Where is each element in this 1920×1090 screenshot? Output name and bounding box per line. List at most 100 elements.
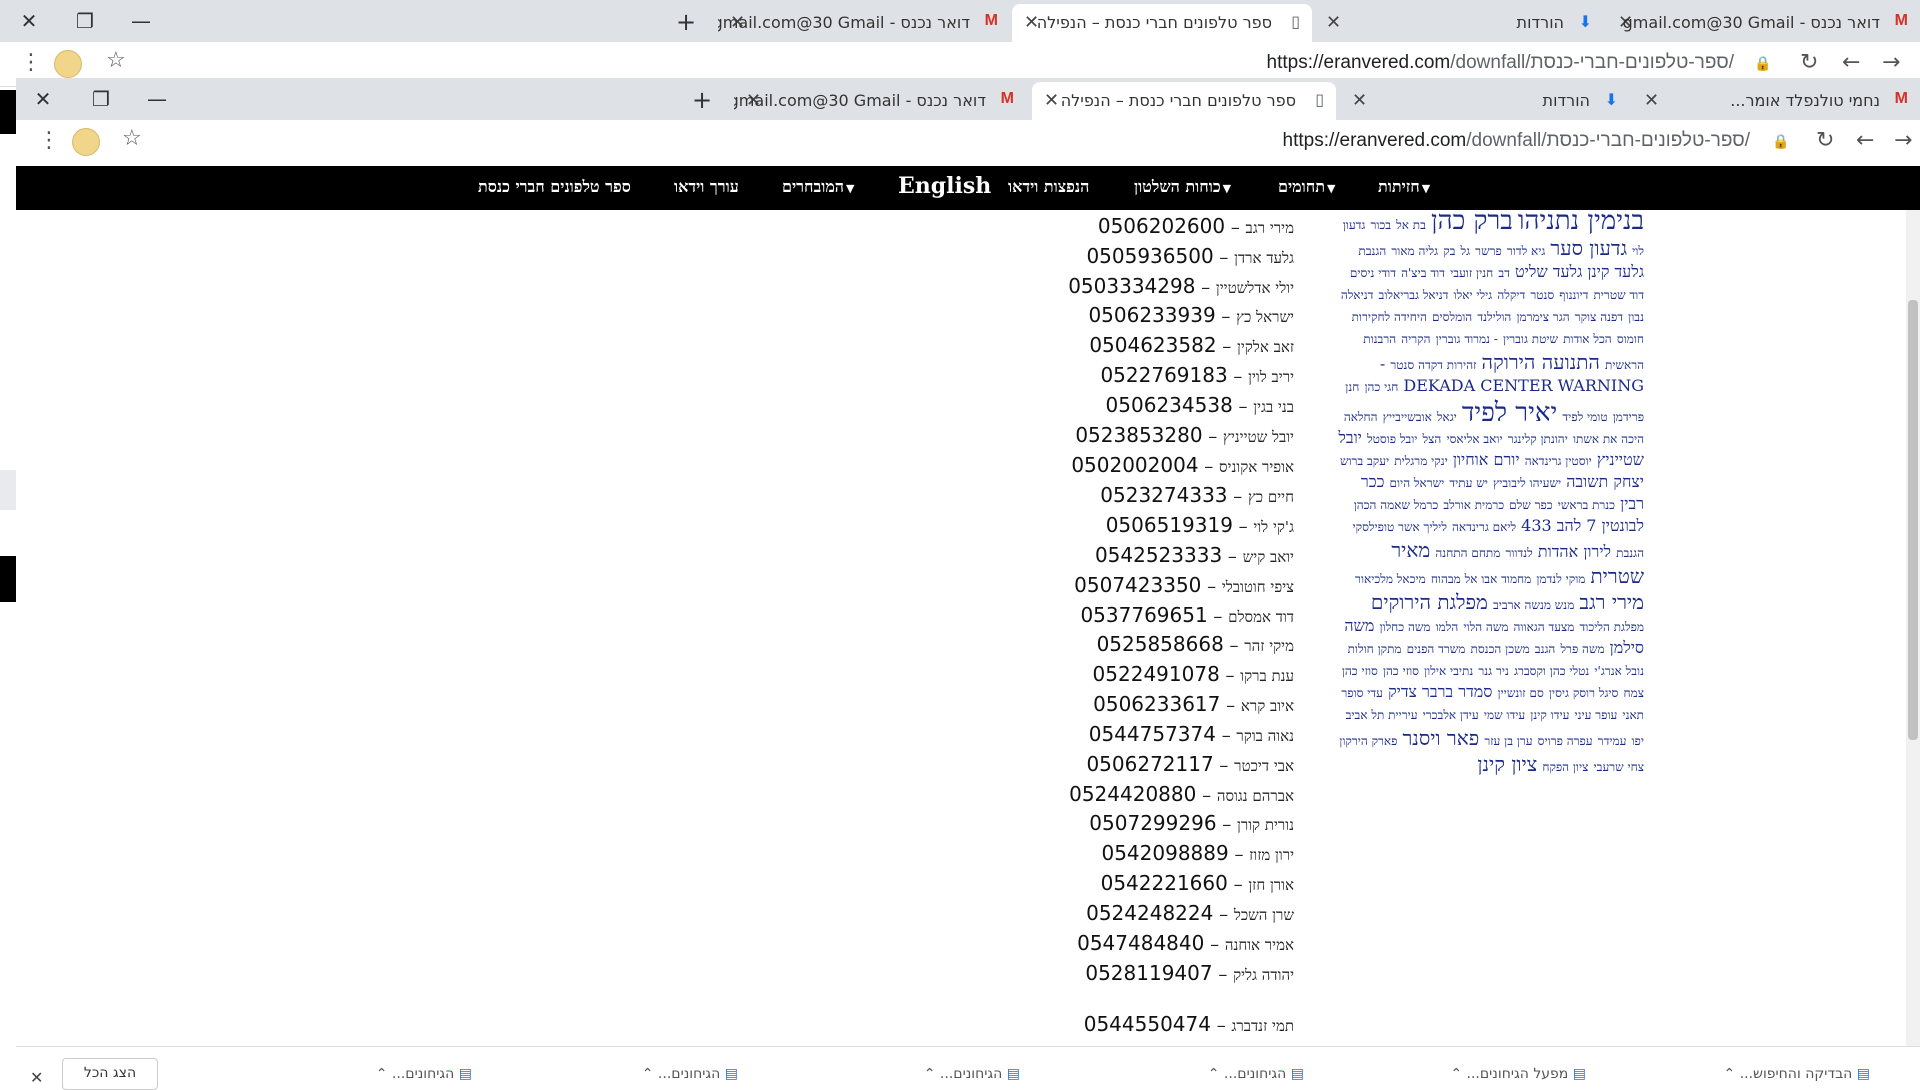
url-text[interactable]: https://eranvered.com/downfall/ספר-טלפונ… <box>1283 130 1751 152</box>
minimize-window-icon[interactable]: — <box>126 6 156 36</box>
url-text[interactable]: https://eranvered.com/downfall/ספר-טלפונ… <box>1267 52 1735 74</box>
tag-link[interactable]: חגי כהן <box>1364 380 1398 394</box>
tag-link[interactable]: לירון אהדות <box>1538 542 1611 561</box>
tab-gmail[interactable]: ✕ דואר נכנס - Gmail ‏30@gmail.com M <box>718 4 1010 42</box>
bookmark-star-icon[interactable]: ☆ <box>122 126 142 151</box>
tag-link[interactable]: - נמרוד גוברין <box>1436 332 1498 346</box>
tag-link[interactable]: סוזי כהן <box>1383 664 1419 678</box>
close-window-icon[interactable]: ✕ <box>28 84 58 114</box>
nav-item-video-editor[interactable]: עורך וידאו <box>674 177 739 197</box>
tag-link[interactable]: הולילנד <box>1477 310 1511 324</box>
tag-link[interactable]: יוסטין גרינדאה <box>1525 454 1592 468</box>
tab-gmail-2[interactable]: ✕ נחמי טולנפלד אומר... M <box>1632 82 1920 120</box>
tag-link[interactable]: פרשר <box>1475 244 1502 258</box>
tag-link[interactable]: ליליך אשר טופילסקי <box>1353 520 1447 534</box>
tag-link[interactable]: מנש מנשה ארביב <box>1493 598 1574 612</box>
tab-close-icon[interactable]: ✕ <box>1352 90 1367 111</box>
tag-link[interactable]: דפנה צוקר <box>1575 310 1623 324</box>
minimize-window-icon[interactable]: — <box>142 84 172 114</box>
tag-link[interactable]: מפלגת הירוקים <box>1371 590 1488 614</box>
download-bar-close-icon[interactable]: ✕ <box>30 1068 43 1087</box>
tab-downloads[interactable]: ✕ הורדות ⬇ <box>1340 82 1630 120</box>
menu-kebab-icon[interactable]: ⋮ <box>38 128 60 153</box>
tag-link[interactable]: ציון קינן <box>1477 752 1537 776</box>
tag-link[interactable]: בכור <box>1370 218 1391 232</box>
back-icon[interactable]: ← <box>1842 50 1860 75</box>
tag-link[interactable]: מירי רגב <box>1579 590 1644 614</box>
tag-link[interactable]: אובשייבייץ <box>1383 410 1432 424</box>
tag-link[interactable]: גליה מאור <box>1391 244 1438 258</box>
tag-link[interactable]: דוד ביצ'ה <box>1401 266 1445 280</box>
tab-phonebook-active[interactable]: ✕ ספר טלפונים חברי כנסת – הנפילה ▯ <box>1012 4 1312 42</box>
nav-item-best[interactable]: המובחרים ▼ <box>782 177 854 197</box>
restore-window-icon[interactable]: ❐ <box>70 6 100 36</box>
tag-link[interactable]: ישראל היום <box>1389 476 1444 490</box>
tag-link[interactable]: הקריה <box>1401 332 1430 346</box>
tag-link[interactable]: דניאל גבריאלוב <box>1379 288 1449 302</box>
tag-link[interactable]: הגנבת <box>1358 244 1386 258</box>
tag-link[interactable]: כפר שלם <box>1509 498 1552 512</box>
lock-icon[interactable]: 🔒 <box>1772 134 1789 150</box>
close-window-icon[interactable]: ✕ <box>14 6 44 36</box>
tag-link[interactable]: יואב אליאסי <box>1446 432 1502 446</box>
nav-item-powers[interactable]: כוחות השלטון ▼ <box>1134 177 1231 197</box>
menu-kebab-icon[interactable]: ⋮ <box>20 50 42 75</box>
tag-link[interactable]: לבונטין 7 <box>1586 516 1644 535</box>
tag-link[interactable]: ברק כהן <box>1431 206 1513 236</box>
tag-link[interactable]: לנדוור <box>1505 546 1532 560</box>
tag-link[interactable]: כרמל שאמה הכהן <box>1354 498 1439 512</box>
tab-close-icon[interactable]: ✕ <box>1644 90 1659 111</box>
tag-link[interactable]: דיוננוף <box>1559 288 1588 302</box>
new-tab-button[interactable]: + <box>676 8 696 36</box>
tag-link[interactable]: מתקן חולות <box>1348 642 1402 656</box>
back-icon[interactable]: ← <box>1856 128 1874 153</box>
tag-link[interactable]: כרמית אורלב <box>1443 498 1504 512</box>
tab-close-icon[interactable]: ✕ <box>1044 90 1059 111</box>
tag-link[interactable]: נטלי כהן וקסברג <box>1514 664 1589 678</box>
tag-link[interactable]: משכן הכנסת <box>1471 642 1530 656</box>
tag-link[interactable]: התנועה הירוקה <box>1482 350 1600 374</box>
tag-link[interactable]: שיטת גוברין <box>1503 332 1558 346</box>
tab-gmail-2[interactable]: ✕ דואר נכנס - Gmail ‏30@gmail.com M <box>1606 4 1920 42</box>
tag-link[interactable]: עפרה פרויס <box>1538 734 1593 748</box>
forward-icon[interactable]: → <box>1882 50 1900 75</box>
tag-link[interactable]: משה כחלון <box>1379 620 1430 634</box>
tag-link[interactable]: ציון הפקח <box>1542 760 1588 774</box>
tag-link[interactable]: ינקי מרגלית <box>1394 454 1447 468</box>
tag-link[interactable]: טומי לפיד <box>1562 410 1607 424</box>
tag-link[interactable]: משה פרל <box>1560 642 1604 656</box>
show-all-downloads-button[interactable]: הצג הכל <box>62 1058 158 1090</box>
reload-icon[interactable]: ↻ <box>1816 128 1834 153</box>
tag-link[interactable]: יהונתן קלינגר <box>1508 432 1568 446</box>
tag-link[interactable]: סנטר <box>1530 288 1554 302</box>
tag-link[interactable]: דב <box>1498 266 1510 280</box>
tag-link[interactable]: יורם אוחיון <box>1453 450 1520 469</box>
tag-link[interactable]: הגנב <box>1535 642 1556 656</box>
avatar[interactable] <box>54 50 82 78</box>
tag-link[interactable]: יאיר לפיד <box>1462 398 1557 428</box>
tag-link[interactable]: נתיבי אילון <box>1424 664 1473 678</box>
tab-downloads[interactable]: ✕ הורדות ⬇ <box>1314 4 1604 42</box>
forward-icon[interactable]: → <box>1894 128 1912 153</box>
tag-link[interactable]: משה הלוי <box>1463 620 1508 634</box>
tag-link[interactable]: הגר צימרמן <box>1516 310 1569 324</box>
tag-link[interactable]: יגאל <box>1437 410 1457 424</box>
tag-link[interactable]: ליאם גרינדאה <box>1452 520 1516 534</box>
tag-link[interactable]: מוקי לנדמן <box>1536 572 1585 586</box>
tag-link[interactable]: מיכאל מלכיאור <box>1355 572 1426 586</box>
tag-link[interactable]: גלעד שליט <box>1515 262 1582 281</box>
tag-link[interactable]: בנימין נתניהו <box>1518 206 1644 236</box>
tag-link[interactable]: מתחם התחנה <box>1435 546 1500 560</box>
tag-link[interactable]: הומלסים <box>1432 310 1472 324</box>
nav-item-phonebook[interactable]: ספר טלפונים חברי כנסת <box>478 177 631 197</box>
tag-link[interactable]: פארק הירקון <box>1339 734 1397 748</box>
tag-link[interactable]: נובל אנרג'י <box>1594 664 1644 678</box>
tag-link[interactable]: בת אל <box>1396 218 1426 232</box>
nav-item-domains[interactable]: תחומים ▼ <box>1278 177 1335 197</box>
tag-link[interactable]: כנרת בראשי <box>1558 498 1615 512</box>
tag-link[interactable]: סיגל רוסק גיסין <box>1549 686 1619 700</box>
tag-link[interactable]: מחמוד אבו אל מבהוח <box>1431 572 1531 586</box>
tag-link[interactable]: עמידר <box>1598 734 1627 748</box>
tag-link[interactable]: הכל אודות <box>1563 332 1612 346</box>
tag-link[interactable]: הלמו <box>1436 620 1459 634</box>
